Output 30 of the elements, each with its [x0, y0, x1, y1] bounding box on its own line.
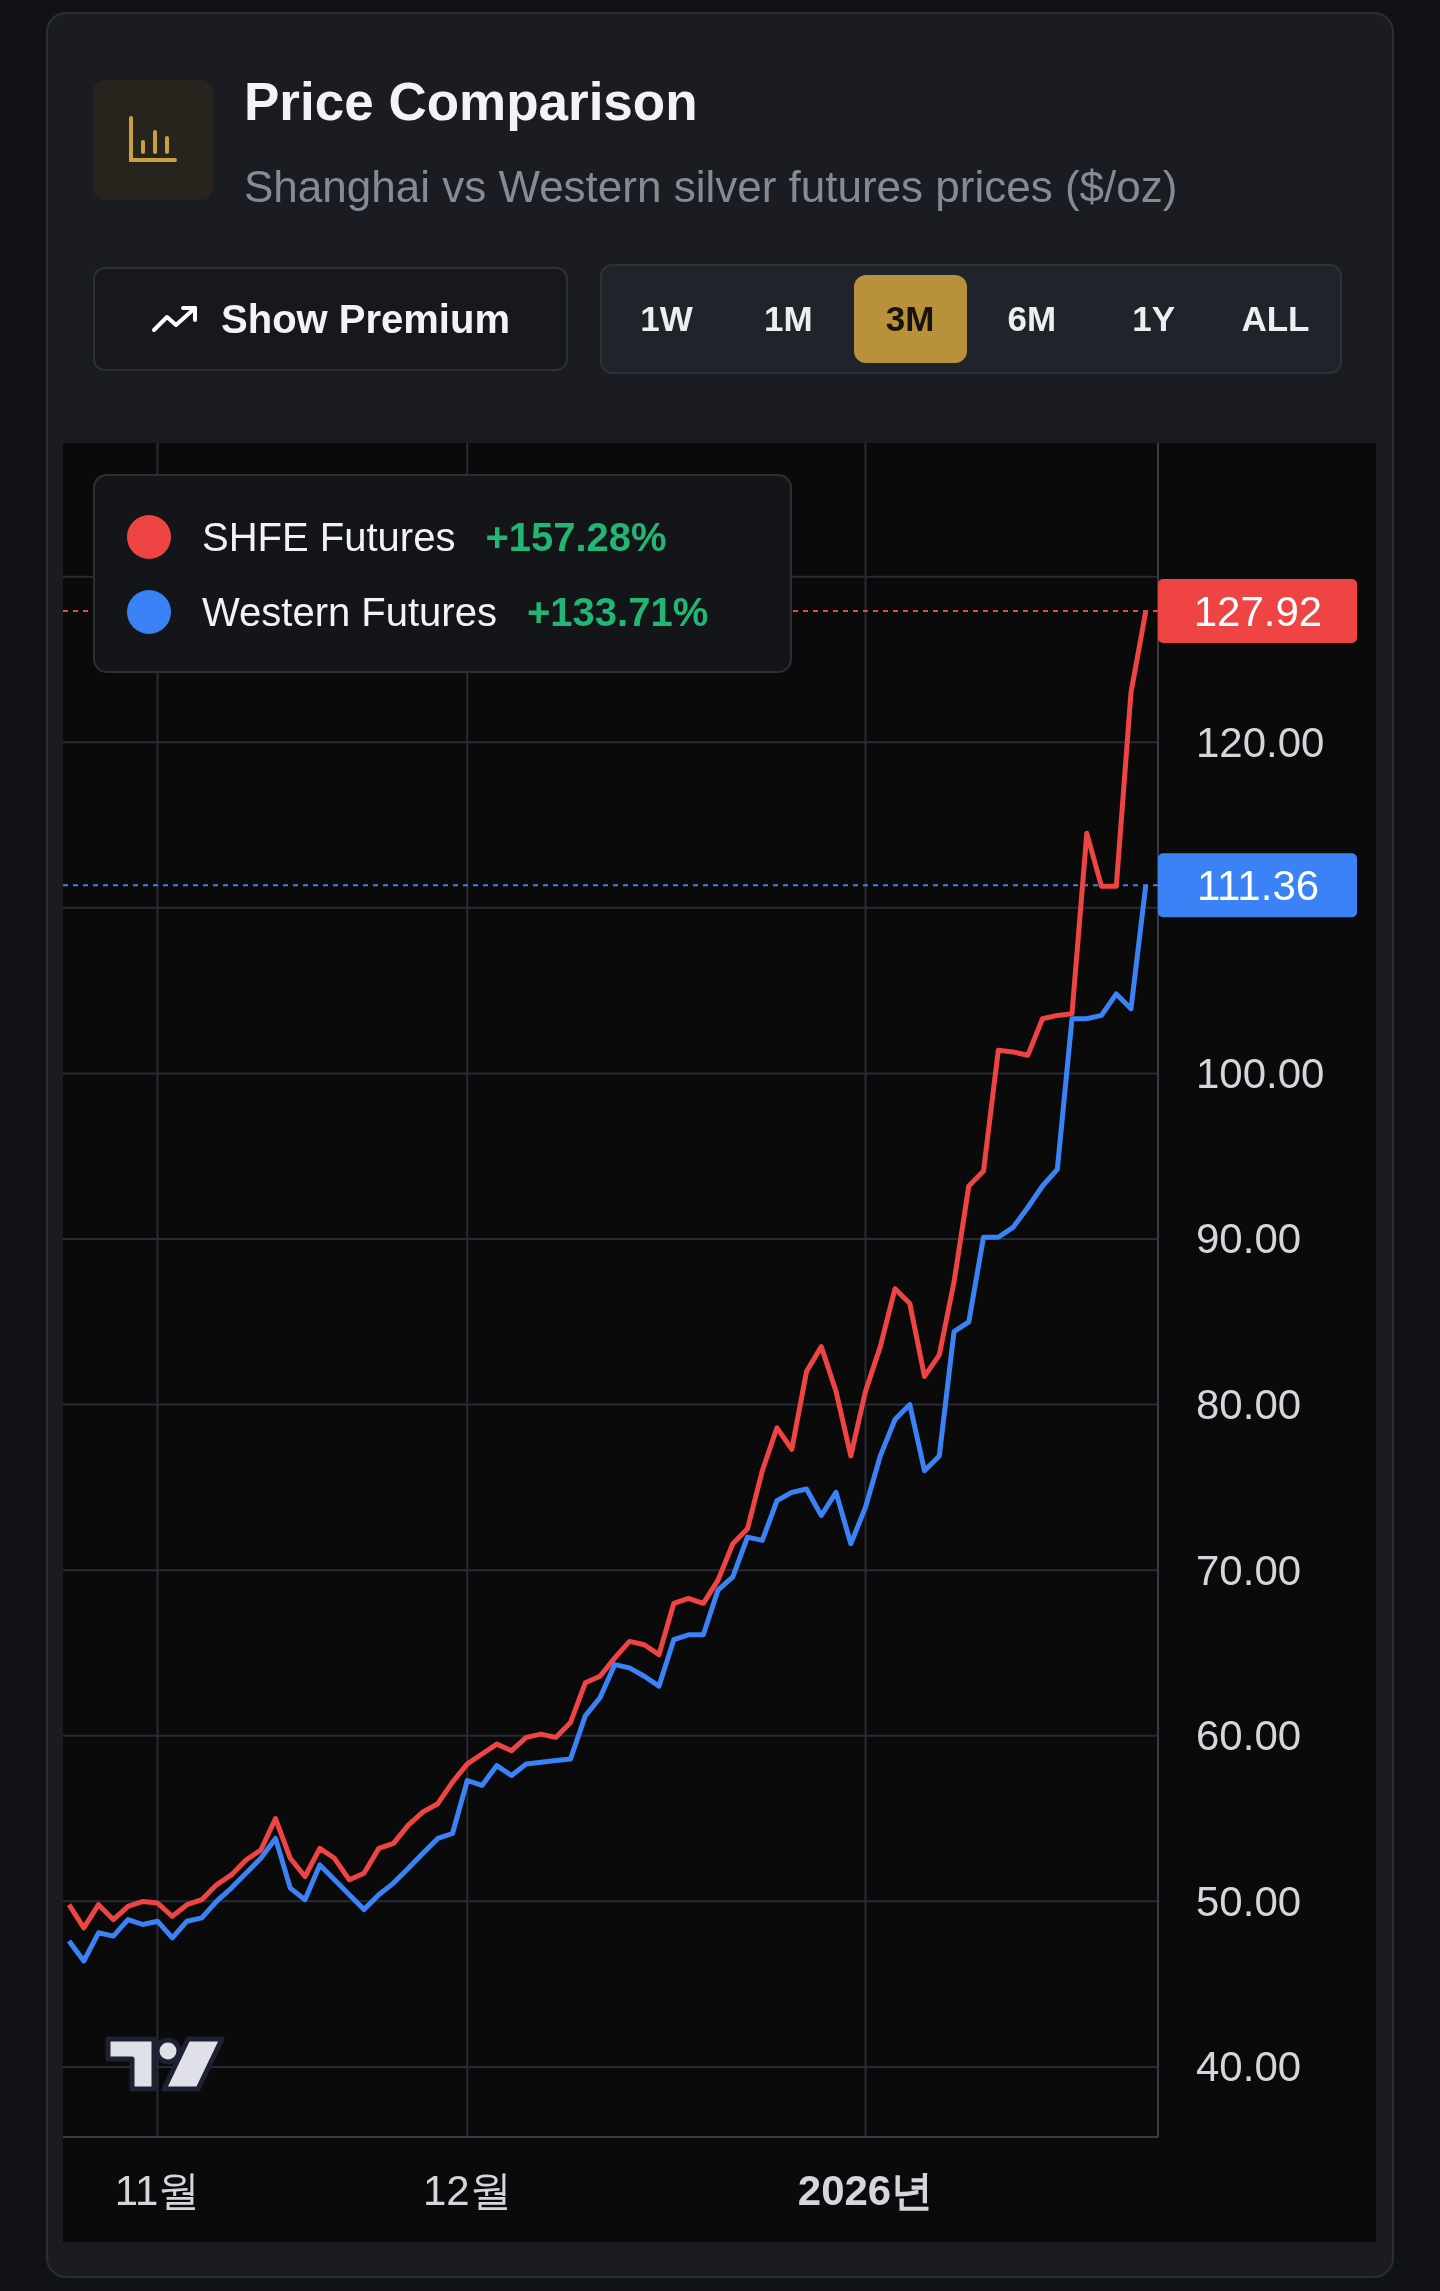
price-badge: 127.92 — [1158, 579, 1357, 644]
card-subtitle: Shanghai vs Western silver futures prices ($/oz) — [244, 162, 1178, 212]
price-axis-label: 100.00 — [1196, 1049, 1325, 1097]
range-tab[interactable]: 1Y — [1097, 275, 1211, 363]
trend-up-icon — [151, 304, 199, 334]
range-tab[interactable]: 1M — [731, 275, 845, 363]
price-axis-label: 90.00 — [1196, 1215, 1302, 1263]
range-tab[interactable]: 1W — [610, 275, 723, 363]
change-percent: +133.71% — [526, 589, 709, 635]
legend-label: SHFE Futures — [202, 514, 456, 560]
price-axis-label: 50.00 — [1196, 1877, 1302, 1925]
price-axis-label: 80.00 — [1196, 1381, 1302, 1429]
price-axis-label: 120.00 — [1196, 718, 1325, 766]
range-tab[interactable]: 6M — [975, 275, 1089, 363]
price-badge: 111.36 — [1158, 853, 1357, 918]
price-axis-label: 60.00 — [1196, 1712, 1302, 1760]
time-axis-label: 2026년 — [797, 2167, 934, 2214]
bar-chart-icon — [93, 79, 213, 200]
price-axis-label: 40.00 — [1196, 2043, 1302, 2091]
show-premium-button[interactable]: Show Premium — [93, 267, 568, 371]
legend-label: Western Futures — [202, 589, 497, 635]
change-percent: +157.28% — [485, 514, 667, 560]
range-tab[interactable]: 3M — [853, 275, 967, 363]
price-axis-label: 70.00 — [1196, 1546, 1302, 1594]
ref-line-label: 111.36 — [1196, 861, 1320, 909]
ref-line-label: 127.92 — [1193, 587, 1323, 635]
time-axis-label: 11월 — [114, 2167, 201, 2214]
range-tab[interactable]: ALL — [1219, 275, 1332, 363]
time-axis-label: 12월 — [422, 2167, 512, 2214]
card-title: Price Comparison — [244, 71, 699, 132]
